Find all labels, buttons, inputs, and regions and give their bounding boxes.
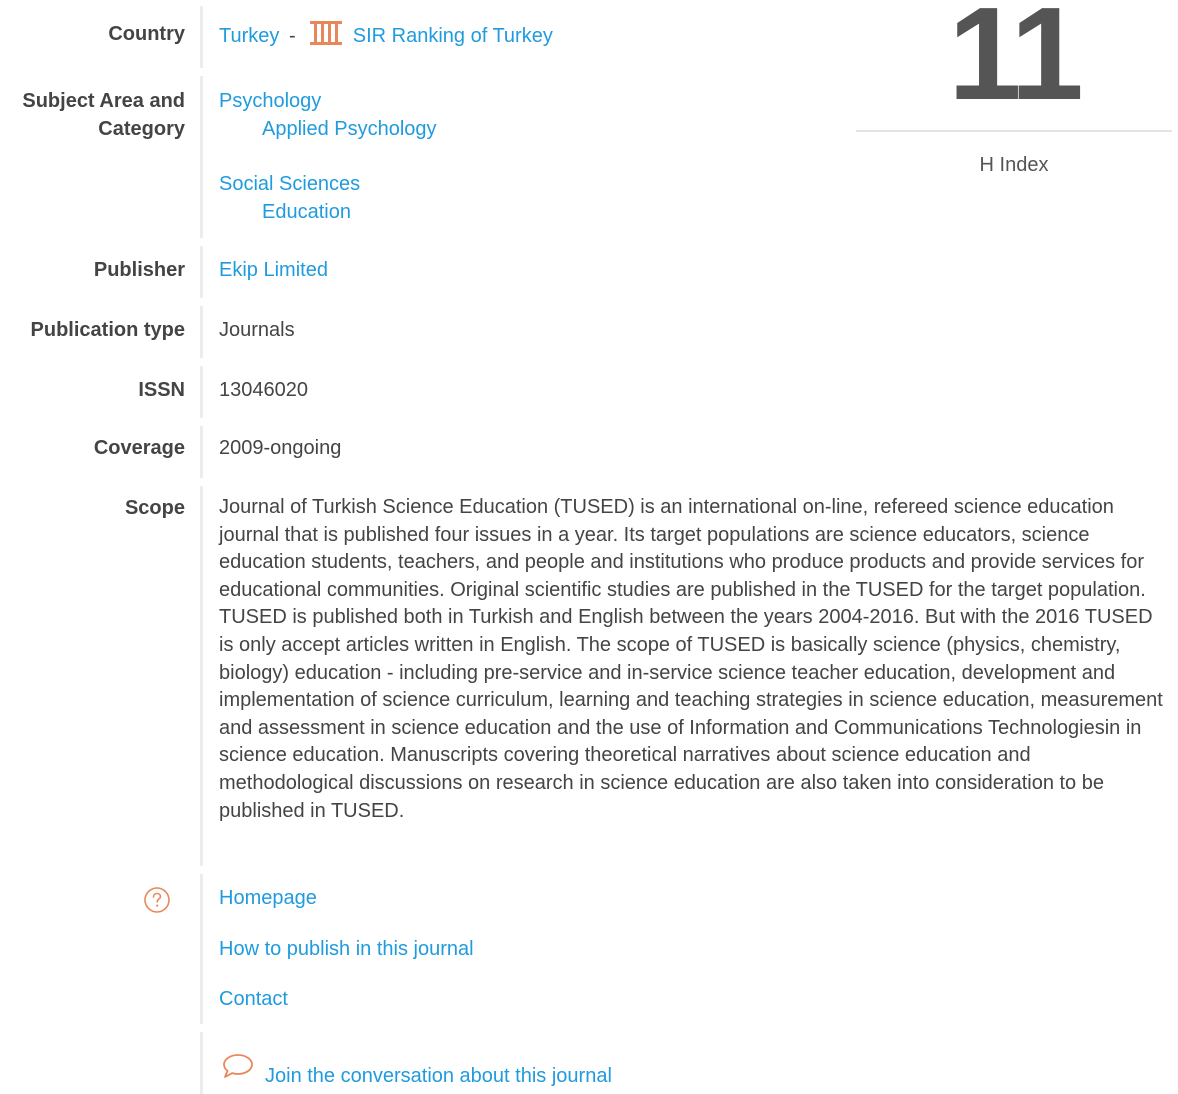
- journal-info-page: Country Turkey - SIR Ranking of Turkey S…: [0, 0, 1178, 1094]
- speech-bubble-icon: [223, 1054, 253, 1078]
- publisher-value: Ekip Limited: [219, 256, 328, 284]
- contact-row: Contact: [219, 985, 288, 1013]
- divider: [200, 426, 203, 478]
- how-to-publish-row: How to publish in this journal: [219, 935, 474, 963]
- country-row: Country: [0, 20, 185, 48]
- issn-label: ISSN: [138, 379, 185, 401]
- contact-link[interactable]: Contact: [219, 988, 288, 1010]
- subject-area-link[interactable]: Psychology: [219, 87, 437, 115]
- homepage-row: Homepage: [219, 884, 317, 912]
- sir-ranking-icon: [310, 21, 343, 45]
- how-to-publish-link[interactable]: How to publish in this journal: [219, 938, 474, 960]
- divider: [200, 1032, 203, 1094]
- hindex-value: 11: [948, 0, 1084, 127]
- subject-area-label: Subject Area and Category: [0, 87, 185, 143]
- divider: [200, 874, 203, 1024]
- hindex-panel: 11 H Index: [856, 0, 1172, 177]
- divider: [200, 246, 203, 298]
- hindex-label: H Index: [979, 154, 1049, 176]
- homepage-link[interactable]: Homepage: [219, 887, 317, 909]
- divider: [200, 6, 203, 68]
- country-label: Country: [108, 23, 185, 45]
- subject-area-label-line1: Subject Area and: [22, 90, 185, 112]
- country-value: Turkey - SIR Ranking of Turkey: [219, 20, 553, 50]
- subject-area-link[interactable]: Social Sciences: [219, 170, 437, 198]
- issn-row: ISSN: [0, 376, 185, 404]
- scope-label: Scope: [124, 497, 185, 519]
- publisher-link[interactable]: Ekip Limited: [219, 259, 328, 281]
- subject-group: Social Sciences Education: [219, 170, 437, 226]
- subject-area-row: Subject Area and Category: [0, 87, 185, 143]
- sir-ranking-link[interactable]: SIR Ranking of Turkey: [353, 25, 553, 47]
- publication-type-label: Publication type: [30, 319, 185, 341]
- issn-value: 13046020: [219, 379, 308, 401]
- publisher-label: Publisher: [93, 259, 185, 281]
- subject-category-link[interactable]: Applied Psychology: [219, 115, 437, 143]
- divider: [200, 306, 203, 358]
- publisher-row: Publisher: [0, 256, 185, 284]
- coverage-label: Coverage: [93, 437, 185, 459]
- subject-area-label-line2: Category: [98, 118, 185, 140]
- coverage-value: 2009-ongoing: [219, 437, 342, 459]
- scope-text: Journal of Turkish Science Education (TU…: [219, 496, 1163, 822]
- publication-type-row: Publication type: [0, 316, 185, 344]
- subject-group: Psychology Applied Psychology: [219, 87, 437, 143]
- subject-category-link[interactable]: Education: [219, 198, 437, 226]
- divider: [200, 486, 203, 866]
- divider: [200, 366, 203, 418]
- conversation-row: Join the conversation about this journal: [221, 1052, 612, 1090]
- country-separator: -: [288, 25, 296, 47]
- help-icon[interactable]: [143, 886, 171, 914]
- divider: [200, 76, 203, 238]
- scope-row: Scope: [0, 494, 185, 522]
- country-link[interactable]: Turkey: [219, 25, 279, 47]
- hindex-divider: [856, 130, 1172, 132]
- coverage-row: Coverage: [0, 434, 185, 462]
- conversation-link[interactable]: Join the conversation about this journal: [265, 1065, 612, 1087]
- publication-type-value: Journals: [219, 319, 295, 341]
- subject-area-value: Psychology Applied Psychology Social Sci…: [219, 87, 437, 226]
